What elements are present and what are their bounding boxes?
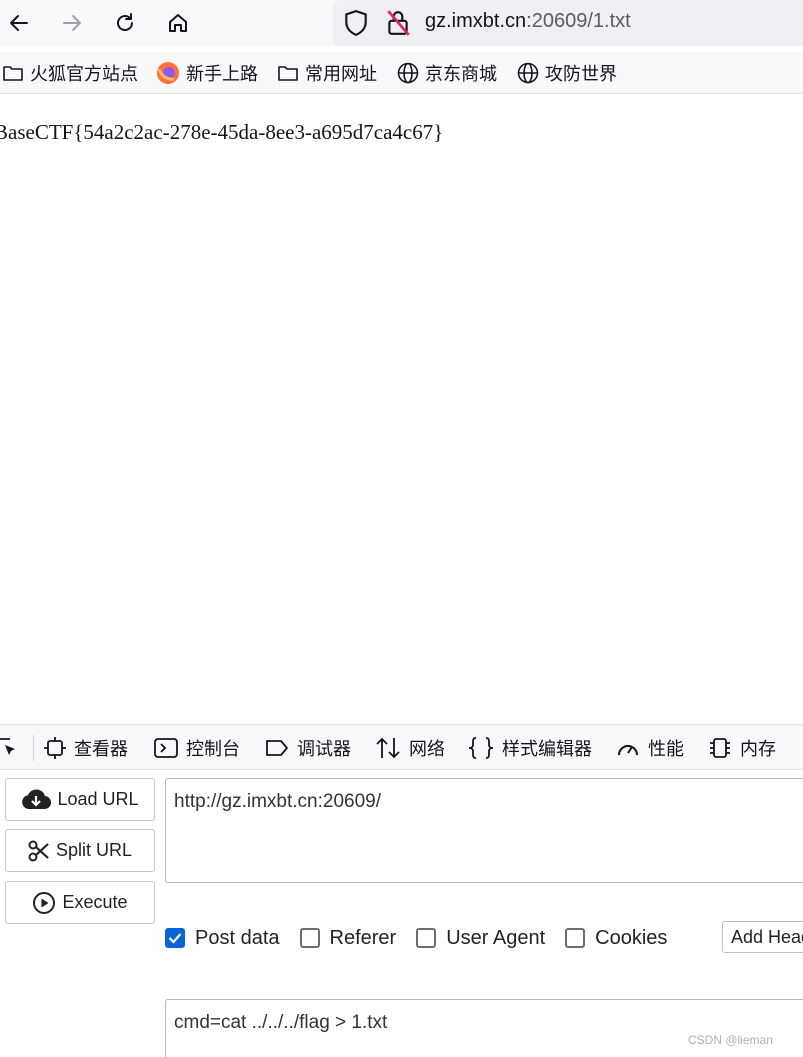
reload-icon (117, 13, 133, 31)
post-data-textarea[interactable]: cmd=cat ../../../flag > 1.txt (165, 999, 803, 1057)
forward-arrow-icon (63, 15, 81, 31)
home-button[interactable] (161, 6, 195, 40)
tab-performance[interactable]: 性能 (616, 737, 684, 759)
tab-inspector[interactable]: 查看器 (44, 737, 128, 759)
user-agent-label: User Agent (446, 926, 546, 949)
url-path: :20609/1.txt (526, 10, 631, 32)
scissors-icon (28, 840, 49, 861)
bookmark-adworld[interactable]: 攻防世界 (517, 61, 617, 85)
tab-label: 网络 (409, 739, 445, 759)
bookmark-getting-started[interactable]: 新手上路 (156, 61, 258, 85)
bookmark-label: 常用网址 (305, 64, 377, 84)
cookies-checkbox[interactable]: Cookies (565, 927, 667, 950)
load-url-button[interactable]: Load URL (5, 778, 155, 821)
referer-label: Referer (329, 926, 397, 949)
checkbox-unchecked[interactable] (565, 928, 586, 948)
split-url-button[interactable]: Split URL (5, 829, 155, 872)
bookmarks-bar: 火狐官方站点 新手上路 常用网址 京东商城 攻防世界 (0, 52, 803, 94)
browser-toolbar: gz.imxbt.cn:20609/1.txt (0, 0, 803, 46)
tab-label: 样式编辑器 (502, 739, 592, 759)
tab-network[interactable]: 网络 (375, 737, 445, 759)
execute-label: Execute (62, 892, 128, 912)
url-host: gz.imxbt.cn (425, 10, 527, 32)
reload-button[interactable] (108, 6, 142, 40)
folder-icon (3, 66, 23, 81)
url-bar[interactable]: gz.imxbt.cn:20609/1.txt (333, 0, 803, 46)
bookmark-common-sites[interactable]: 常用网址 (277, 61, 377, 85)
devtools-separator (33, 735, 34, 761)
url-text[interactable]: gz.imxbt.cn:20609/1.txt (425, 10, 631, 33)
folder-icon (278, 66, 298, 81)
page-content: BaseCTF{54a2c2ac-278e-45da-8ee3-a695d7ca… (0, 120, 444, 144)
user-agent-checkbox[interactable]: User Agent (416, 927, 545, 950)
referer-checkbox[interactable]: Referer (299, 926, 397, 950)
home-icon (169, 14, 187, 32)
bookmark-firefox-official[interactable]: 火狐官方站点 (2, 61, 138, 85)
load-url-label: Load URL (57, 789, 139, 809)
bookmark-jd[interactable]: 京东商城 (397, 61, 497, 85)
cloud-download-icon (22, 789, 52, 809)
tab-label: 内存 (740, 739, 776, 759)
console-icon (154, 738, 178, 758)
tab-label: 调试器 (297, 739, 351, 759)
bookmark-label: 新手上路 (186, 64, 258, 84)
shield-icon[interactable] (343, 9, 369, 37)
play-circle-icon (33, 891, 56, 914)
checkbox-unchecked[interactable] (299, 928, 320, 948)
tab-memory[interactable]: 内存 (708, 737, 776, 759)
firefox-icon (157, 62, 179, 84)
watermark: CSDN @lieman (688, 1033, 773, 1047)
post-data-checkbox[interactable]: Post data (165, 927, 280, 950)
checkmark-icon (168, 933, 182, 944)
bookmark-label: 攻防世界 (545, 64, 617, 84)
url-textarea[interactable]: http://gz.imxbt.cn:20609/ (165, 778, 803, 883)
options-row: Post data Referer User Agent Cookies (165, 925, 687, 951)
forward-button[interactable] (55, 6, 89, 40)
inspector-icon (44, 737, 66, 759)
devtools-tabbar: 查看器 控制台 调试器 网络 样式编辑器 性能 内存 (0, 724, 803, 770)
element-picker-icon (0, 738, 15, 755)
checkbox-checked[interactable] (165, 928, 185, 948)
tab-label: 控制台 (186, 739, 240, 759)
tab-debugger[interactable]: 调试器 (265, 737, 351, 759)
bookmark-label: 火狐官方站点 (30, 64, 138, 84)
execute-button[interactable]: Execute (5, 881, 155, 924)
bookmark-label: 京东商城 (425, 64, 497, 84)
split-url-label: Split URL (55, 840, 133, 860)
globe-icon (397, 62, 419, 84)
tab-label: 性能 (648, 739, 684, 759)
back-arrow-icon (10, 15, 28, 31)
checkbox-unchecked[interactable] (416, 928, 437, 948)
element-picker-button[interactable] (0, 737, 28, 759)
memory-chip-icon (710, 738, 730, 758)
insecure-lock-icon[interactable] (385, 9, 411, 37)
tab-style-editor[interactable]: 样式编辑器 (468, 737, 592, 759)
back-button[interactable] (2, 6, 36, 40)
gauge-icon (618, 745, 638, 756)
post-data-label: Post data (195, 926, 280, 949)
tab-console[interactable]: 控制台 (154, 737, 240, 759)
debugger-icon (266, 740, 288, 756)
add-header-button[interactable]: Add Header (722, 921, 803, 953)
cookies-label: Cookies (595, 926, 668, 949)
network-arrows-icon (376, 737, 400, 759)
globe-icon (517, 62, 539, 84)
braces-icon (468, 737, 494, 759)
tab-label: 查看器 (74, 739, 128, 759)
